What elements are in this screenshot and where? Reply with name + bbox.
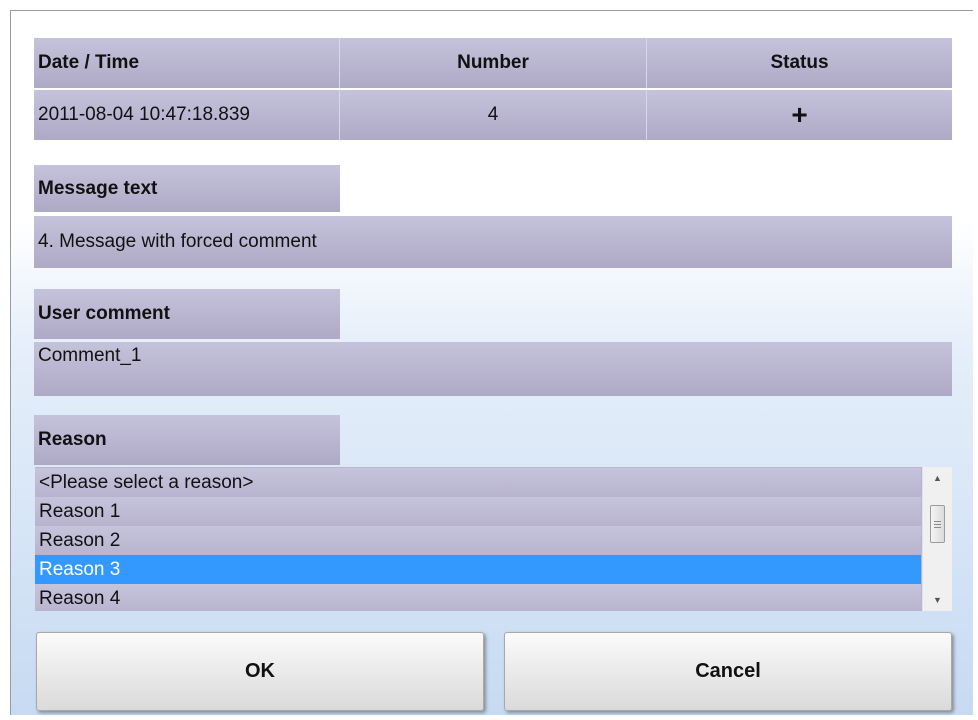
header-date-time: Date / Time	[34, 38, 340, 88]
user-comment-field[interactable]: Comment_1	[34, 342, 952, 396]
cell-date-time: 2011-08-04 10:47:18.839	[34, 90, 340, 140]
reason-scrollbar[interactable]: ▲ ▼	[922, 467, 952, 611]
reason-option-1[interactable]: Reason 1	[35, 497, 921, 526]
user-comment-label: User comment	[34, 289, 340, 339]
reason-option-4[interactable]: Reason 4	[35, 584, 921, 611]
reason-option-placeholder[interactable]: <Please select a reason>	[35, 468, 921, 497]
plus-icon: +	[791, 99, 808, 130]
scroll-thumb[interactable]	[930, 505, 945, 543]
message-text-label: Message text	[34, 165, 340, 212]
message-comment-dialog: Date / Time Number Status 2011-08-04 10:…	[10, 10, 973, 715]
scroll-down-arrow-icon[interactable]: ▼	[923, 589, 952, 611]
cell-number: 4	[340, 90, 647, 140]
scroll-up-arrow-icon[interactable]: ▲	[923, 467, 952, 489]
cancel-button[interactable]: Cancel	[504, 632, 952, 711]
reason-option-3[interactable]: Reason 3	[35, 555, 921, 584]
reason-label: Reason	[34, 415, 340, 465]
ok-button[interactable]: OK	[36, 632, 484, 711]
reason-listbox[interactable]: <Please select a reason> Reason 1 Reason…	[35, 467, 952, 611]
grip-icon	[934, 520, 941, 528]
reason-options: <Please select a reason> Reason 1 Reason…	[35, 468, 921, 611]
reason-option-2[interactable]: Reason 2	[35, 526, 921, 555]
message-text-field: 4. Message with forced comment	[34, 216, 952, 268]
header-number: Number	[340, 38, 647, 88]
header-status: Status	[647, 38, 952, 88]
cell-status: +	[647, 90, 952, 140]
